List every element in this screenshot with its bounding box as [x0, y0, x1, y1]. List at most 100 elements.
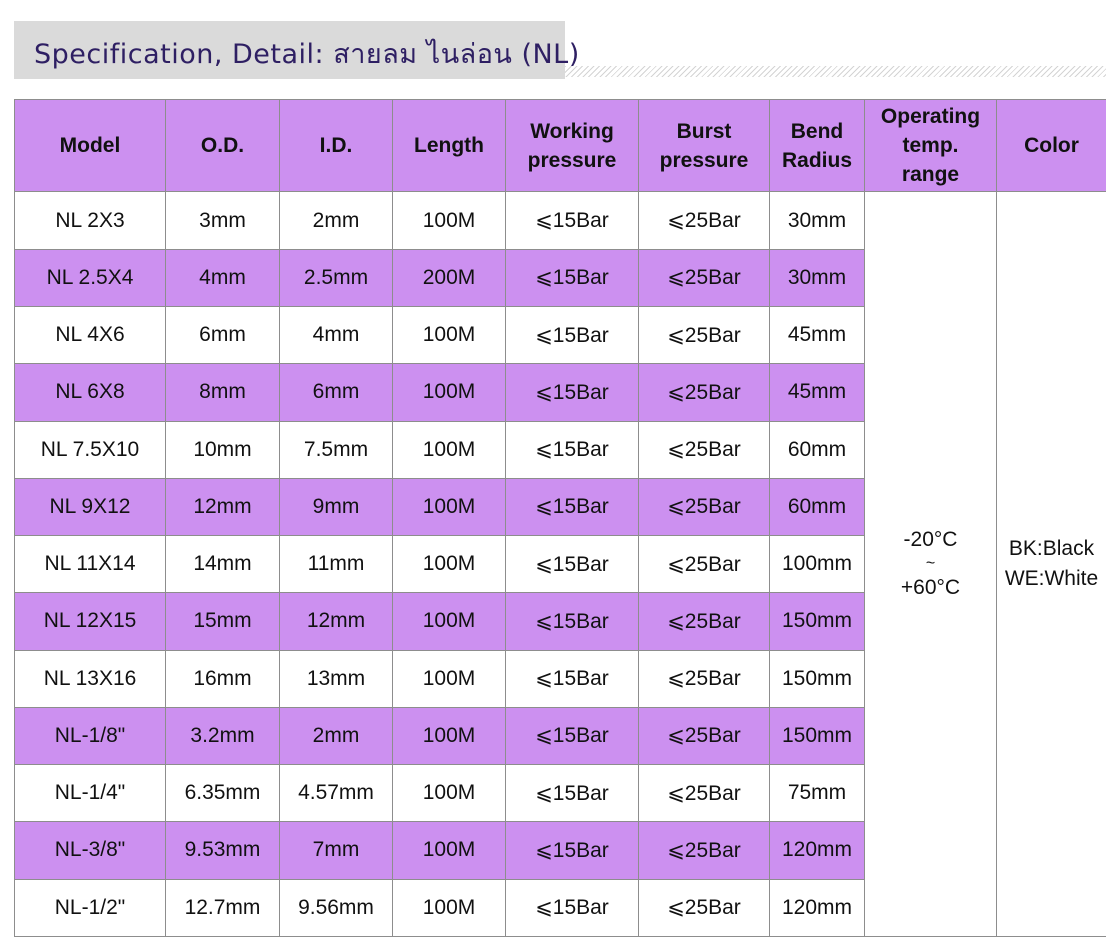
header-operating-temp: Operating temp. range	[864, 98, 997, 193]
working-pressure-cell: ⩽15Bar	[505, 248, 639, 307]
burst-pressure-cell: ⩽25Bar	[638, 477, 770, 537]
bend-radius-cell: 30mm	[769, 248, 865, 307]
working-pressure-cell: ⩽15Bar	[505, 191, 639, 250]
id-cell: 2mm	[279, 191, 393, 250]
burst-pressure-cell: ⩽25Bar	[638, 821, 770, 880]
bend-radius-cell: 150mm	[769, 649, 865, 708]
length-cell: 100M	[392, 706, 506, 766]
id-cell: 4mm	[279, 305, 393, 365]
working-pressure-cell: ⩽15Bar	[505, 764, 639, 823]
table-header-row: Model O.D. I.D. Length Working pressure …	[14, 98, 1106, 193]
burst-pressure-cell: ⩽25Bar	[638, 305, 770, 365]
bend-radius-cell: 60mm	[769, 477, 865, 537]
header-burst-pressure: Burst pressure	[638, 98, 770, 193]
od-cell: 10mm	[165, 420, 280, 479]
bend-radius-cell: 30mm	[769, 191, 865, 250]
length-cell: 100M	[392, 191, 506, 250]
temp-max: +60°C	[900, 576, 961, 600]
working-pressure-cell: ⩽15Bar	[505, 363, 639, 422]
length-cell: 100M	[392, 305, 506, 365]
working-pressure-cell: ⩽15Bar	[505, 305, 639, 365]
od-cell: 8mm	[165, 363, 280, 422]
id-cell: 9mm	[279, 477, 393, 537]
header-od: O.D.	[165, 98, 280, 193]
length-cell: 100M	[392, 649, 506, 708]
model-cell: NL 4X6	[14, 305, 166, 365]
title-hatch-divider	[565, 66, 1106, 77]
id-cell: 7mm	[279, 821, 393, 880]
bend-radius-cell: 120mm	[769, 821, 865, 880]
bend-radius-cell: 150mm	[769, 706, 865, 766]
od-cell: 4mm	[165, 248, 280, 307]
model-cell: NL-1/8"	[14, 706, 166, 766]
temp-separator: ~	[925, 555, 936, 573]
model-cell: NL 12X15	[14, 592, 166, 651]
model-cell: NL 13X16	[14, 649, 166, 708]
model-cell: NL 6X8	[14, 363, 166, 422]
bend-radius-cell: 120mm	[769, 878, 865, 938]
length-cell: 100M	[392, 821, 506, 880]
id-cell: 9.56mm	[279, 878, 393, 938]
working-pressure-cell: ⩽15Bar	[505, 535, 639, 594]
burst-pressure-cell: ⩽25Bar	[638, 535, 770, 594]
working-pressure-cell: ⩽15Bar	[505, 592, 639, 651]
header-working-pressure: Working pressure	[505, 98, 639, 193]
header-color: Color	[996, 98, 1106, 193]
od-cell: 14mm	[165, 535, 280, 594]
model-cell: NL 9X12	[14, 477, 166, 537]
model-cell: NL-1/4"	[14, 764, 166, 823]
working-pressure-cell: ⩽15Bar	[505, 878, 639, 938]
bend-radius-cell: 75mm	[769, 764, 865, 823]
burst-pressure-cell: ⩽25Bar	[638, 764, 770, 823]
od-cell: 6.35mm	[165, 764, 280, 823]
header-bend-radius: Bend Radius	[769, 98, 865, 193]
length-cell: 100M	[392, 764, 506, 823]
length-cell: 100M	[392, 363, 506, 422]
burst-pressure-cell: ⩽25Bar	[638, 592, 770, 651]
bend-radius-cell: 100mm	[769, 535, 865, 594]
header-id: I.D.	[279, 98, 393, 193]
model-cell: NL-1/2"	[14, 878, 166, 938]
section-title-bar: Specification, Detail: สายลม ไนล่อน (NL)	[14, 21, 579, 79]
burst-pressure-cell: ⩽25Bar	[638, 649, 770, 708]
od-cell: 16mm	[165, 649, 280, 708]
length-cell: 100M	[392, 878, 506, 938]
burst-pressure-cell: ⩽25Bar	[638, 420, 770, 479]
id-cell: 7.5mm	[279, 420, 393, 479]
od-cell: 12.7mm	[165, 878, 280, 938]
bend-radius-cell: 60mm	[769, 420, 865, 479]
header-model: Model	[14, 98, 166, 193]
od-cell: 3.2mm	[165, 706, 280, 766]
bend-radius-cell: 150mm	[769, 592, 865, 651]
model-cell: NL-3/8"	[14, 821, 166, 880]
working-pressure-cell: ⩽15Bar	[505, 477, 639, 537]
burst-pressure-cell: ⩽25Bar	[638, 248, 770, 307]
color-option: WE:White	[1004, 567, 1099, 591]
color-option: BK:Black	[1008, 537, 1095, 561]
length-cell: 100M	[392, 535, 506, 594]
header-length: Length	[392, 98, 506, 193]
id-cell: 12mm	[279, 592, 393, 651]
model-cell: NL 2X3	[14, 191, 166, 250]
working-pressure-cell: ⩽15Bar	[505, 706, 639, 766]
od-cell: 6mm	[165, 305, 280, 365]
id-cell: 4.57mm	[279, 764, 393, 823]
section-title: Specification, Detail: สายลม ไนล่อน (NL)	[34, 39, 580, 70]
id-cell: 2mm	[279, 706, 393, 766]
od-cell: 3mm	[165, 191, 280, 250]
id-cell: 2.5mm	[279, 248, 393, 307]
id-cell: 11mm	[279, 535, 393, 594]
length-cell: 100M	[392, 592, 506, 651]
working-pressure-cell: ⩽15Bar	[505, 420, 639, 479]
model-cell: NL 11X14	[14, 535, 166, 594]
burst-pressure-cell: ⩽25Bar	[638, 878, 770, 938]
model-cell: NL 7.5X10	[14, 420, 166, 479]
burst-pressure-cell: ⩽25Bar	[638, 191, 770, 250]
color-options-cell: BK:Black WE:White	[996, 191, 1106, 937]
od-cell: 9.53mm	[165, 821, 280, 880]
burst-pressure-cell: ⩽25Bar	[638, 706, 770, 766]
length-cell: 100M	[392, 477, 506, 537]
working-pressure-cell: ⩽15Bar	[505, 649, 639, 708]
id-cell: 6mm	[279, 363, 393, 422]
burst-pressure-cell: ⩽25Bar	[638, 363, 770, 422]
